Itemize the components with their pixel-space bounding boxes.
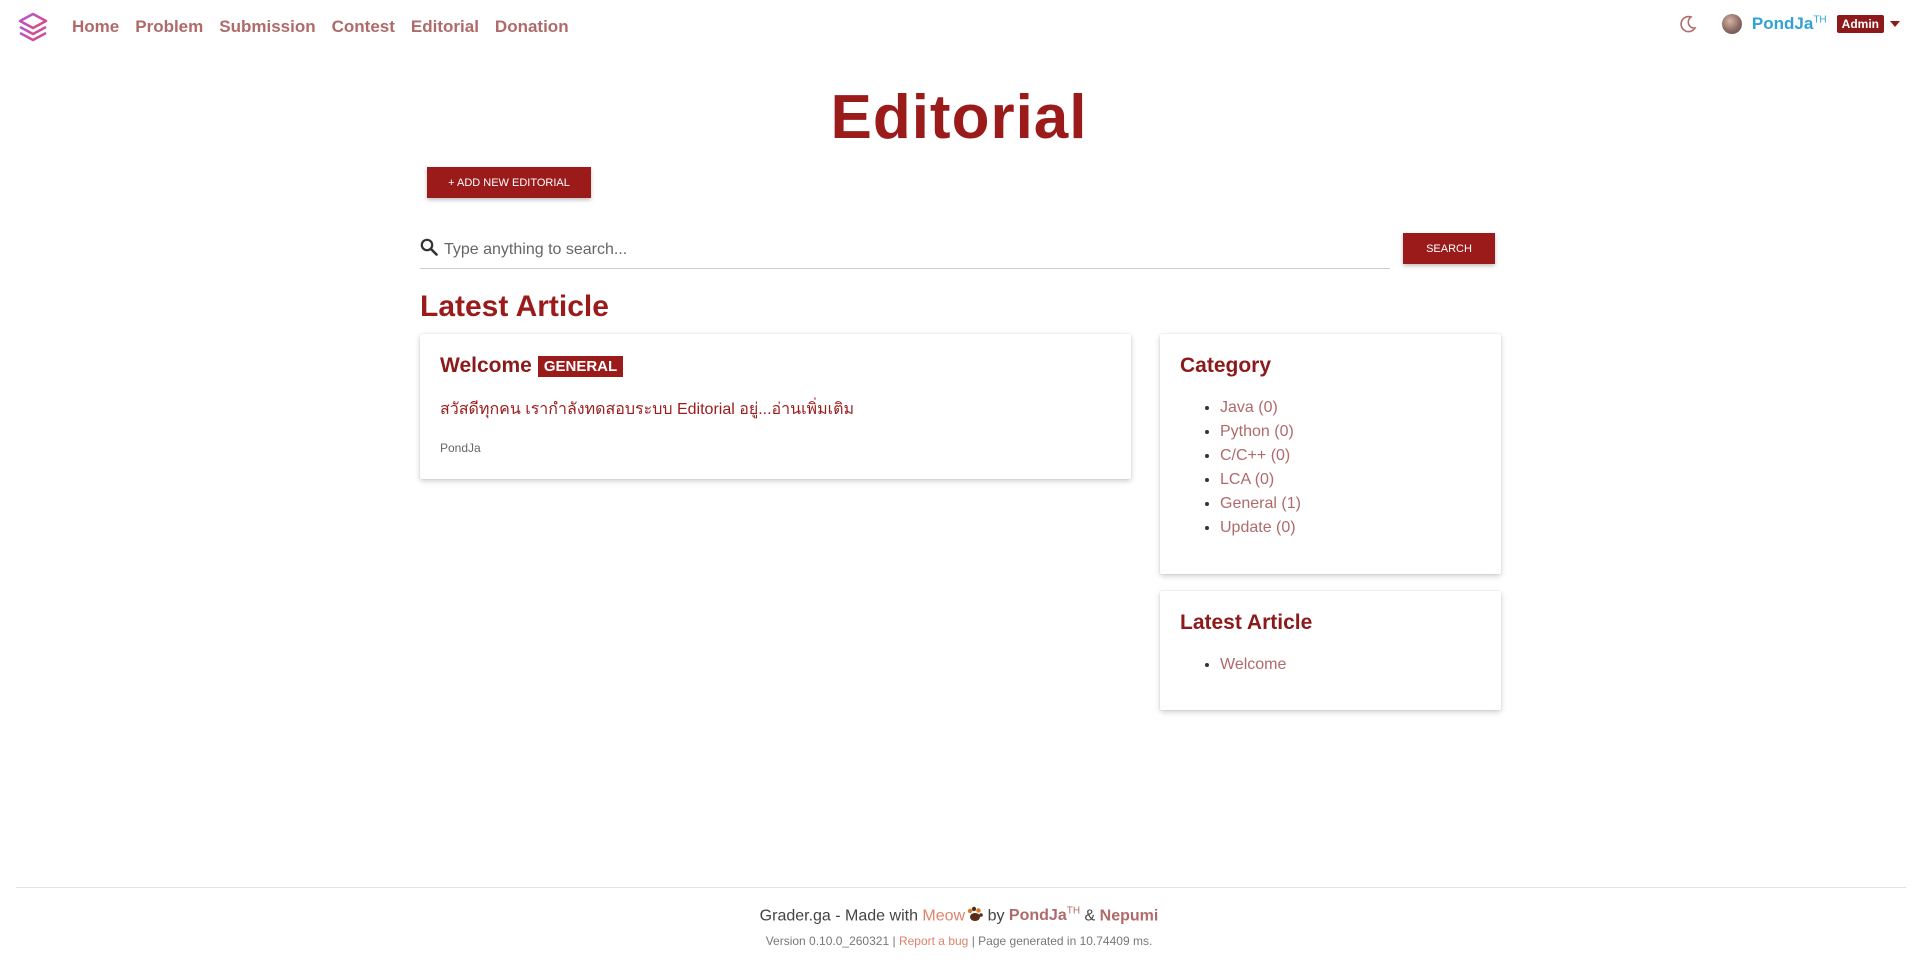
article-title[interactable]: Welcome — [440, 354, 532, 378]
footer-version: Version 0.10.0_260321 — [765, 934, 890, 948]
article-header: Welcome GENERAL — [440, 354, 624, 378]
category-general[interactable]: General (1) — [1220, 495, 1301, 512]
list-item: Update (0) — [1220, 516, 1301, 540]
latest-article-link[interactable]: Welcome — [1220, 656, 1286, 673]
search-button[interactable]: SEARCH — [1403, 233, 1495, 264]
article-card[interactable]: Welcome GENERAL สวัสดีทุกคน เรากำลังทดสอ… — [420, 334, 1131, 479]
footer-meow-link[interactable]: Meow — [922, 907, 965, 924]
latest-article-title: Latest Article — [1180, 611, 1313, 634]
page-title: Editorial — [830, 83, 1088, 152]
report-bug-link[interactable]: Report a bug — [899, 934, 968, 948]
category-list: Java (0) Python (0) C/C++ (0) LCA (0) Ge… — [1220, 396, 1301, 540]
article-author: PondJa — [440, 441, 481, 455]
search-icon — [420, 238, 438, 256]
footer-site: Grader.ga - Made with — [759, 907, 918, 925]
nav-problem[interactable]: Problem — [135, 17, 203, 37]
navbar: Home Problem Submission Contest Editoria… — [0, 0, 1918, 54]
moon-icon[interactable] — [1678, 14, 1698, 34]
category-update[interactable]: Update (0) — [1220, 519, 1296, 536]
search-bar — [420, 235, 1390, 269]
nav-home[interactable]: Home — [72, 17, 119, 37]
section-title-latest-article: Latest Article — [420, 290, 609, 323]
footer-divider — [16, 887, 1906, 888]
nav-links: Home Problem Submission Contest Editoria… — [72, 17, 569, 37]
add-editorial-button[interactable]: + ADD NEW EDITORIAL — [427, 167, 591, 198]
role-badge: Admin — [1836, 15, 1884, 33]
footer-separator: | — [892, 934, 896, 948]
footer-generated: Page generated in 10.74409 ms. — [978, 934, 1153, 948]
article-tag-badge: GENERAL — [537, 355, 624, 377]
category-title: Category — [1180, 354, 1272, 377]
category-cpp[interactable]: C/C++ (0) — [1220, 447, 1290, 464]
paw-icon — [967, 907, 983, 922]
footer-meta: Version 0.10.0_260321 | Report a bug | P… — [0, 934, 1918, 948]
nav-editorial[interactable]: Editorial — [411, 17, 479, 37]
category-card: Category Java (0) Python (0) C/C++ (0) L… — [1160, 334, 1501, 574]
avatar[interactable] — [1721, 14, 1742, 34]
list-item: C/C++ (0) — [1220, 444, 1301, 468]
nav-donation[interactable]: Donation — [495, 17, 569, 37]
list-item: Java (0) — [1220, 396, 1301, 420]
latest-article-card: Latest Article Welcome — [1160, 591, 1501, 710]
category-lca[interactable]: LCA (0) — [1220, 471, 1274, 488]
nav-submission[interactable]: Submission — [219, 17, 315, 37]
search-input[interactable] — [444, 235, 1384, 265]
list-item: Welcome — [1220, 653, 1286, 677]
latest-article-list: Welcome — [1220, 653, 1286, 677]
username[interactable]: PondJaTH — [1752, 14, 1827, 34]
nav-contest[interactable]: Contest — [332, 17, 395, 37]
list-item: General (1) — [1220, 492, 1301, 516]
list-item: LCA (0) — [1220, 468, 1301, 492]
caret-down-icon[interactable] — [1890, 21, 1900, 27]
footer-author-pondja[interactable]: PondJaTH — [1009, 906, 1080, 924]
footer-separator: | — [971, 934, 975, 948]
footer-by: by — [987, 907, 1005, 925]
footer-amp: & — [1084, 907, 1096, 925]
article-excerpt[interactable]: สวัสดีทุกคน เรากำลังทดสอบระบบ Editorial … — [440, 397, 854, 422]
footer-author-nepumi[interactable]: Nepumi — [1100, 907, 1159, 924]
list-item: Python (0) — [1220, 420, 1301, 444]
footer-credits: Grader.ga - Made with Meow by PondJaTH &… — [0, 906, 1918, 925]
category-java[interactable]: Java (0) — [1220, 399, 1278, 416]
user-menu[interactable]: PondJaTH Admin — [1678, 14, 1900, 34]
logo-icon[interactable] — [18, 12, 48, 44]
category-python[interactable]: Python (0) — [1220, 423, 1294, 440]
